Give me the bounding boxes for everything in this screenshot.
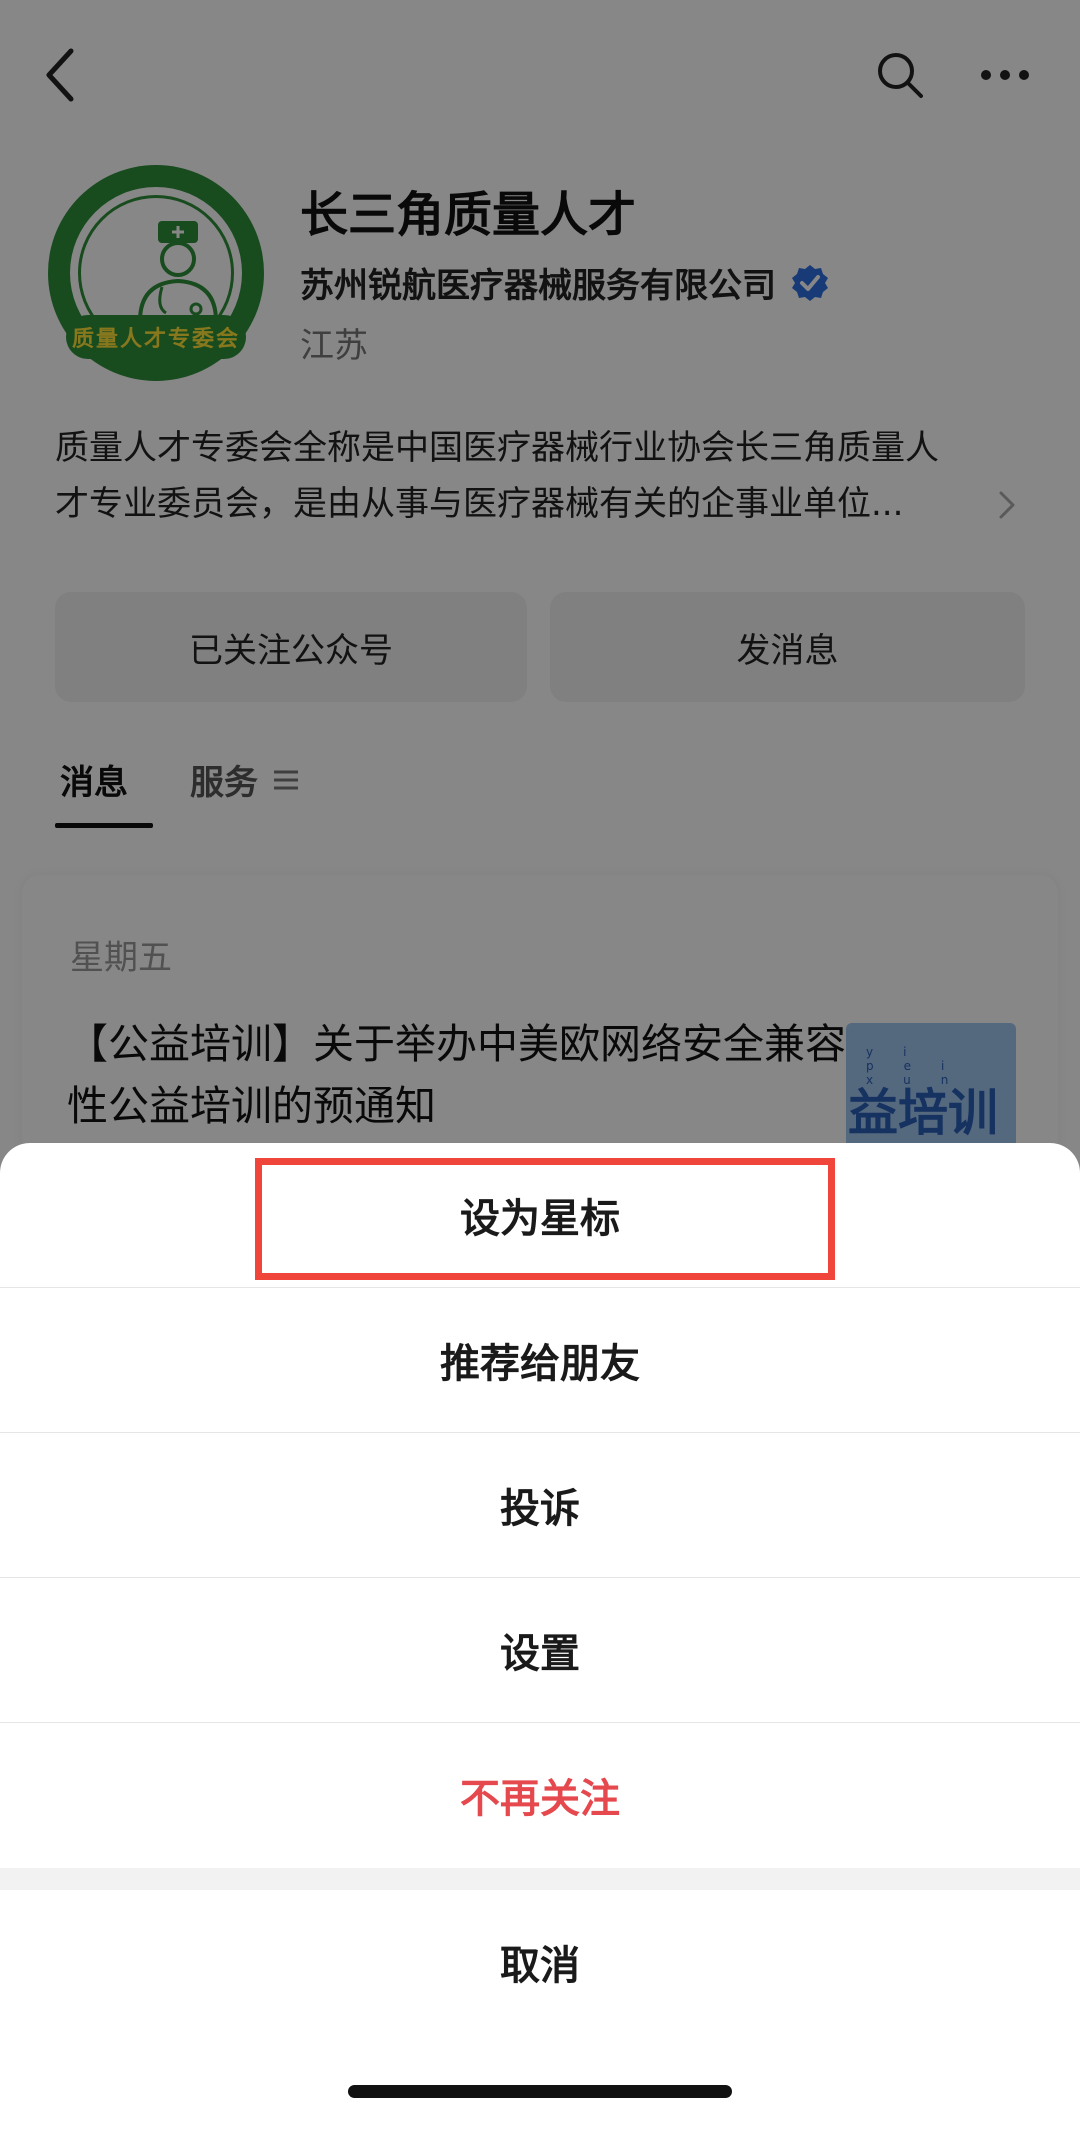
cancel-button[interactable]: 取消 — [0, 1890, 1080, 2034]
unfollow-button[interactable]: 不再关注 — [0, 1723, 1080, 1867]
highlight-annotation — [255, 1158, 835, 1280]
sheet-separator — [0, 1868, 1080, 1890]
recommend-to-friend-button[interactable]: 推荐给朋友 — [0, 1288, 1080, 1432]
action-sheet: 设为星标 推荐给朋友 投诉 设置 不再关注 取消 — [0, 1143, 1080, 2129]
complain-button[interactable]: 投诉 — [0, 1433, 1080, 1577]
settings-button[interactable]: 设置 — [0, 1578, 1080, 1722]
home-indicator[interactable] — [348, 2085, 732, 2098]
